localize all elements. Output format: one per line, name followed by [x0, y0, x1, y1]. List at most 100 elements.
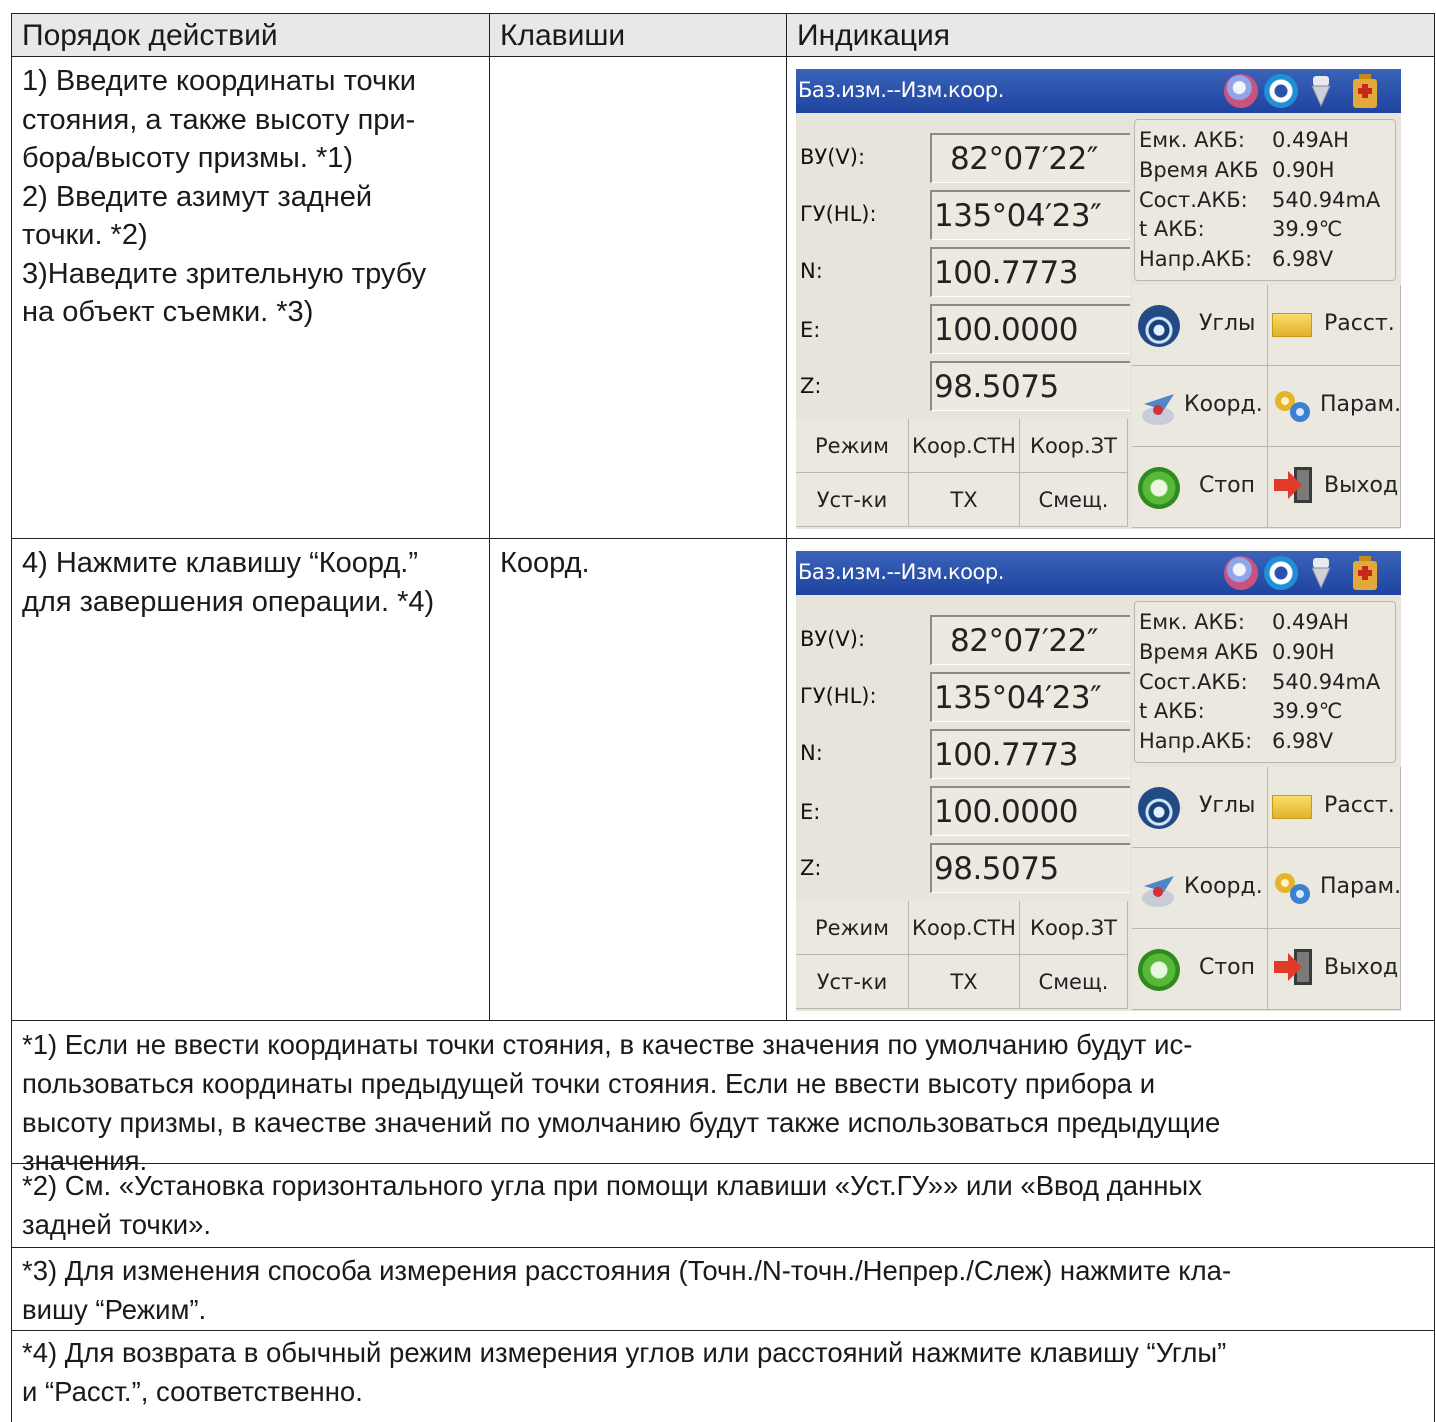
field-value-z[interactable]: 98.5075: [930, 843, 1130, 893]
exit-button[interactable]: Выход: [1268, 929, 1401, 1010]
angles-label: Углы: [1199, 311, 1256, 336]
field-value-n[interactable]: 100.7773: [930, 247, 1130, 297]
softkey-station-coord[interactable]: Коор.СТН: [909, 419, 1020, 473]
field-value-v[interactable]: 82°07′22″: [930, 615, 1130, 665]
note-3: *3) Для изменения способа измерения расс…: [22, 1255, 1232, 1325]
coordinates-icon: [1142, 394, 1174, 425]
params-label: Парам.: [1320, 874, 1402, 899]
softkey-offset[interactable]: Смещ.: [1020, 473, 1128, 527]
stop-icon: [1138, 467, 1180, 509]
field-label-v: ВУ(V):: [800, 627, 866, 651]
battery-value: 0.90H: [1272, 640, 1335, 664]
screen-title: Баз.изм.--Изм.коор.: [798, 560, 1004, 584]
battery-label: Время АКБ: [1139, 640, 1259, 664]
gear-icon[interactable]: [1264, 74, 1298, 108]
softkey-tx[interactable]: ТХ: [909, 473, 1020, 527]
device-screen: Баз.изм.--Изм.коор. ВУ(V): ГУ(HL): N: E:…: [796, 551, 1401, 1011]
params-button[interactable]: Парам.: [1268, 366, 1401, 447]
softkey-mode[interactable]: Режим: [796, 419, 909, 473]
prism-icon[interactable]: [1304, 74, 1338, 108]
angles-button[interactable]: Углы: [1132, 767, 1268, 848]
distance-button[interactable]: Расст.: [1268, 285, 1401, 366]
note-2: *2) См. «Установка горизонтального угла …: [22, 1170, 1202, 1240]
field-value-e[interactable]: 100.0000: [930, 304, 1130, 354]
battery-label: Емк. АКБ:: [1139, 128, 1245, 152]
softkey-settings[interactable]: Уст-ки: [796, 473, 909, 527]
header-keys: Клавиши: [500, 19, 626, 52]
battery-label: t АКБ:: [1139, 217, 1205, 241]
exit-button[interactable]: Выход: [1268, 447, 1401, 528]
coord-button[interactable]: Коорд.: [1132, 366, 1268, 447]
softkey-backsight-coord[interactable]: Коор.ЗТ: [1020, 419, 1128, 473]
header-steps: Порядок действий: [22, 19, 278, 52]
params-icon: [1275, 391, 1310, 422]
coord-button[interactable]: Коорд.: [1132, 848, 1268, 929]
battery-label: Напр.АКБ:: [1139, 247, 1253, 271]
field-value-v[interactable]: 82°07′22″: [930, 133, 1130, 183]
params-button[interactable]: Парам.: [1268, 848, 1401, 929]
field-value-e[interactable]: 100.0000: [930, 786, 1130, 836]
compass-icon[interactable]: [1224, 74, 1258, 108]
battery-value: 39.9℃: [1272, 699, 1343, 723]
field-label-e: E:: [800, 800, 821, 824]
distance-button[interactable]: Расст.: [1268, 767, 1401, 848]
battery-label: t АКБ:: [1139, 699, 1205, 723]
battery-label: Напр.АКБ:: [1139, 729, 1253, 753]
field-label-hl: ГУ(HL):: [800, 684, 877, 708]
field-value-hl[interactable]: 135°04′23″: [930, 190, 1130, 240]
screen-title-bar: Баз.изм.--Изм.коор.: [796, 551, 1401, 595]
screen-title-bar: Баз.изм.--Изм.коор.: [796, 69, 1401, 113]
gear-icon[interactable]: [1264, 556, 1298, 590]
field-value-n[interactable]: 100.7773: [930, 729, 1130, 779]
stop-label: Стоп: [1199, 955, 1256, 980]
field-value-hl[interactable]: 135°04′23″: [930, 672, 1130, 722]
angles-icon: [1138, 787, 1180, 829]
exit-icon: [1274, 949, 1312, 985]
compass-icon[interactable]: [1224, 556, 1258, 590]
exit-label: Выход: [1324, 473, 1399, 498]
softkey-backsight-coord[interactable]: Коор.ЗТ: [1020, 901, 1128, 955]
row-divider-5: [12, 1330, 1434, 1331]
table-header-row: Порядок действий Клавиши Индикация: [12, 14, 1434, 57]
battery-value: 6.98V: [1272, 247, 1334, 271]
row-divider-2: [12, 1020, 1434, 1021]
stop-label: Стоп: [1199, 473, 1256, 498]
instruction-table: Порядок действий Клавиши Индикация 1) Вв…: [11, 13, 1435, 1422]
ruler-icon: [1272, 313, 1312, 337]
field-label-hl: ГУ(HL):: [800, 202, 877, 226]
battery-label: Сост.АКБ:: [1139, 670, 1248, 694]
note-1: *1) Если не ввести координаты точки стоя…: [22, 1029, 1221, 1177]
col-divider-2: [786, 14, 787, 1021]
softkey-settings[interactable]: Уст-ки: [796, 955, 909, 1009]
coord-label: Коорд.: [1184, 392, 1263, 417]
softkey-offset[interactable]: Смещ.: [1020, 955, 1128, 1009]
angles-button[interactable]: Углы: [1132, 285, 1268, 366]
row-divider-1: [12, 538, 1434, 539]
battery-label: Сост.АКБ:: [1139, 188, 1248, 212]
battery-icon[interactable]: [1348, 556, 1382, 590]
prism-icon[interactable]: [1304, 556, 1338, 590]
steps-text-1: 1) Введите координаты точки стояния, а т…: [22, 65, 427, 328]
softkey-tx[interactable]: ТХ: [909, 955, 1020, 1009]
battery-value: 0.90H: [1272, 158, 1335, 182]
field-value-z[interactable]: 98.5075: [930, 361, 1130, 411]
coordinates-icon: [1142, 876, 1174, 907]
battery-label: Емк. АКБ:: [1139, 610, 1245, 634]
field-label-n: N:: [800, 741, 823, 765]
softkey-mode[interactable]: Режим: [796, 901, 909, 955]
stop-button[interactable]: Стоп: [1132, 929, 1268, 1010]
field-label-z: Z:: [800, 374, 822, 398]
angles-label: Углы: [1199, 793, 1256, 818]
coord-label: Коорд.: [1184, 874, 1263, 899]
angles-icon: [1138, 305, 1180, 347]
battery-info-panel: Емк. АКБ: 0.49AH Время АКБ 0.90H Сост.АК…: [1134, 601, 1396, 763]
battery-icon[interactable]: [1348, 74, 1382, 108]
field-label-e: E:: [800, 318, 821, 342]
battery-value: 540.94mA: [1272, 188, 1381, 212]
note-4: *4) Для возврата в обычный режим измерен…: [22, 1337, 1227, 1407]
stop-button[interactable]: Стоп: [1132, 447, 1268, 528]
softkey-station-coord[interactable]: Коор.СТН: [909, 901, 1020, 955]
field-label-z: Z:: [800, 856, 822, 880]
params-icon: [1275, 873, 1310, 904]
header-display: Индикация: [797, 19, 951, 52]
